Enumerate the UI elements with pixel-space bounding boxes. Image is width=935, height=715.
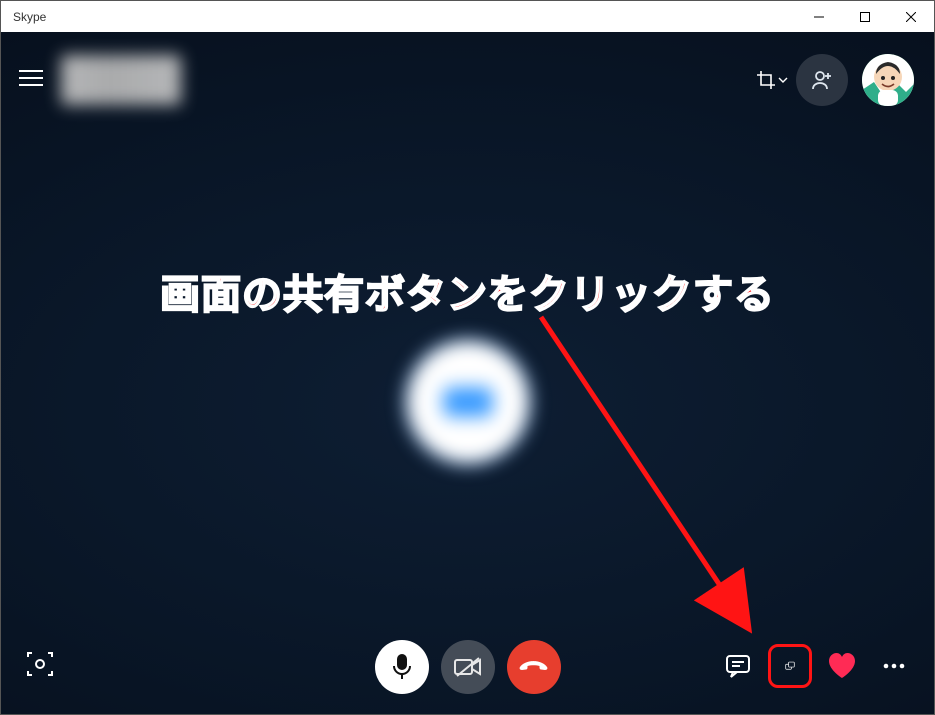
snapshot-icon[interactable] [25,649,55,684]
annotation-text: 画面の共有ボタンをクリックする [1,262,934,320]
microphone-button[interactable] [375,640,429,694]
center-controls [375,640,561,694]
participant-avatar-blurred [405,339,531,465]
annotation-arrow [531,307,771,647]
titlebar: Skype [1,1,934,32]
camera-button[interactable] [441,640,495,694]
crop-icon[interactable] [756,70,788,90]
right-controls [716,644,916,688]
contact-name-blurred [61,55,181,105]
top-row [1,50,934,110]
hangup-button[interactable] [507,640,561,694]
close-button[interactable] [888,1,934,32]
chat-icon[interactable] [716,644,760,688]
more-icon[interactable] [872,644,916,688]
heart-icon[interactable] [820,644,864,688]
minimize-button[interactable] [796,1,842,32]
add-person-button[interactable] [796,54,848,106]
app-window: Skype [0,0,935,715]
menu-icon[interactable] [19,69,43,92]
window-title: Skype [13,10,46,24]
maximize-button[interactable] [842,1,888,32]
avatar[interactable] [862,54,914,106]
call-area: 画面の共有ボタンをクリックする [1,32,934,714]
share-screen-button[interactable] [768,644,812,688]
bottom-bar [1,634,934,694]
